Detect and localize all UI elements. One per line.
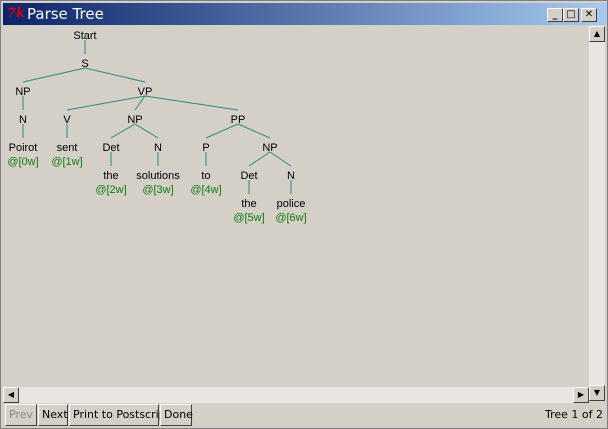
maximize-button[interactable]: □ [563, 8, 579, 22]
tree-node-s[interactable]: S [81, 58, 88, 70]
word-index-label: @[1w] [51, 156, 82, 168]
scroll-right-arrow[interactable]: ▶ [573, 387, 589, 403]
arrow-left-icon: ◀ [7, 390, 15, 399]
tree-node-det1[interactable]: Det [102, 142, 119, 154]
tree-edge-s-np1 [22, 67, 86, 83]
tree-edge-vp-v [66, 95, 146, 111]
tree-counter: Tree 1 of 2 [544, 408, 603, 421]
tree-edge-vp-np2 [134, 95, 146, 111]
word-index-label: @[5w] [233, 212, 264, 224]
tree-node-solutions[interactable]: solutions [136, 170, 180, 182]
tree-node-start[interactable]: Start [73, 30, 96, 42]
window-title: Parse Tree [27, 5, 104, 23]
minimize-icon: _ [552, 9, 558, 20]
tree-canvas[interactable]: Start S NP VP N Poirot @[0w] Vsent @[1w] NP Det the… [3, 26, 587, 387]
tk-app-icon: 7k [7, 6, 26, 21]
scroll-left-arrow[interactable]: ◀ [3, 387, 19, 403]
tree-edge-pp-np3 [237, 123, 271, 139]
next-button[interactable]: Next [38, 404, 68, 426]
tree-edge-s-vp [84, 67, 146, 83]
word-index-label: @[3w] [142, 184, 173, 196]
vertical-scrollbar[interactable]: ▲ ▼ [589, 26, 605, 401]
tree-node-n1[interactable]: N [19, 114, 27, 126]
scroll-down-arrow[interactable]: ▼ [589, 385, 605, 401]
tree-edge-vp-pp [144, 95, 239, 111]
arrow-down-icon: ▼ [593, 388, 601, 397]
horizontal-scrollbar[interactable]: ◀ ▶ [3, 387, 589, 403]
tree-node-the1[interactable]: the [103, 170, 118, 182]
arrow-right-icon: ▶ [577, 390, 585, 399]
tree-edge-np3-n3 [269, 151, 292, 167]
minimize-button[interactable]: _ [547, 8, 563, 22]
parse-tree-window: 7k Parse Tree _ □ ✕ Start S NP VP N Poirot @[0… [0, 0, 608, 429]
tree-node-p[interactable]: P [202, 142, 209, 154]
tree-node-poirot[interactable]: Poirot [9, 142, 38, 154]
prev-button[interactable]: Prev [5, 404, 37, 426]
tree-node-vp[interactable]: VP [138, 86, 153, 98]
tree-node-n3[interactable]: N [287, 170, 295, 182]
tree-node-det2[interactable]: Det [240, 170, 257, 182]
maximize-icon: □ [566, 9, 576, 20]
arrow-up-icon: ▲ [593, 29, 601, 38]
tree-edge-np2-n2 [134, 123, 159, 139]
tree-node-v[interactable]: V [63, 114, 71, 126]
button-bar: Prev Next Print to Postscript Done Tree … [3, 403, 607, 427]
word-index-label: @[6w] [275, 212, 306, 224]
tree-node-n2[interactable]: N [154, 142, 162, 154]
tree-edge-np3-det2 [248, 151, 271, 167]
tree-node-np3[interactable]: NP [262, 142, 277, 154]
tree-node-np2[interactable]: NP [127, 114, 142, 126]
parse-tree: StartSNP VPNPoirot@[0w]Vsent@[1w]NPDetthe… [7, 30, 306, 224]
tree-node-pp[interactable]: PP [231, 114, 246, 126]
title-bar[interactable]: 7k Parse Tree _ □ ✕ [3, 3, 607, 25]
scroll-up-arrow[interactable]: ▲ [589, 26, 605, 42]
close-button[interactable]: ✕ [581, 8, 597, 22]
word-index-label: @[2w] [95, 184, 126, 196]
tree-node-sent[interactable]: sent [57, 142, 78, 154]
tree-node-police[interactable]: police [277, 198, 306, 210]
close-icon: ✕ [584, 9, 594, 20]
word-index-label: @[4w] [190, 184, 221, 196]
word-index-label: @[0w] [7, 156, 38, 168]
tree-node-to[interactable]: to [201, 170, 210, 182]
done-button[interactable]: Done [160, 404, 193, 426]
tree-node-the2[interactable]: the [241, 198, 256, 210]
print-postscript-button[interactable]: Print to Postscript [69, 404, 170, 426]
tree-edge-pp-p [205, 123, 239, 139]
tree-node-np1[interactable]: NP [15, 86, 30, 98]
tree-edge-np2-det1 [110, 123, 136, 139]
